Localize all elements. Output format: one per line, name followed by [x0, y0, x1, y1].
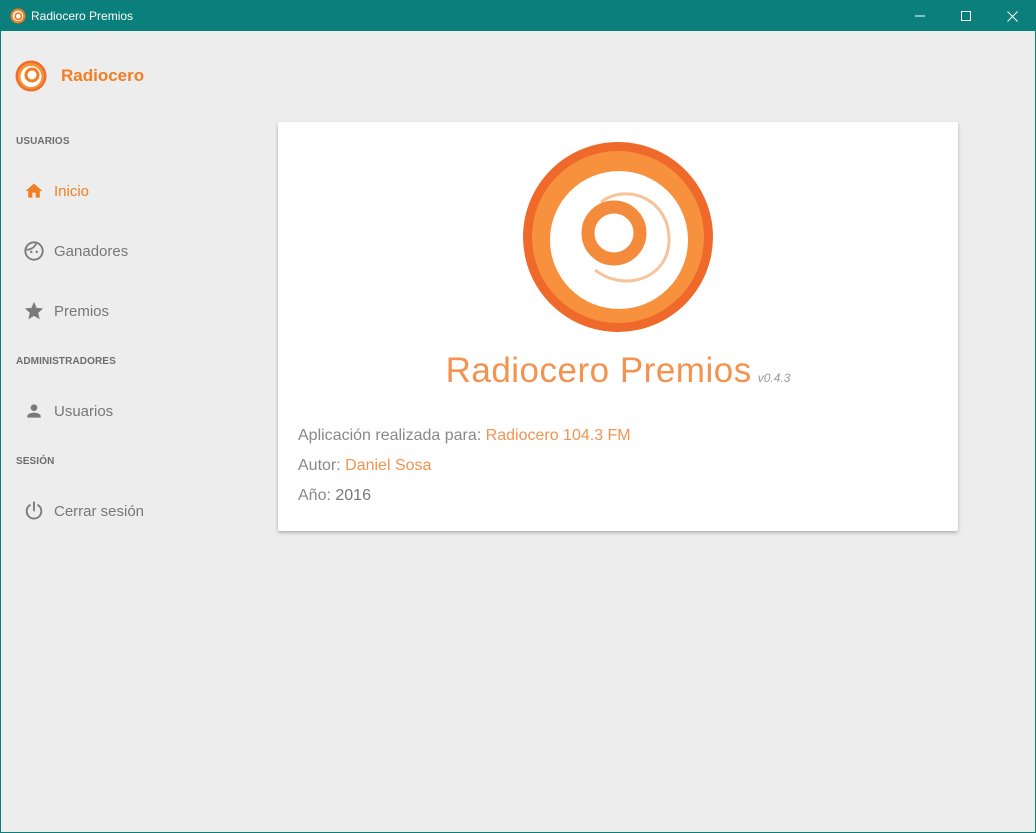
sidebar: Radiocero USUARIOS Inicio Ganadores Prem… — [1, 31, 261, 832]
title-bar[interactable]: Radiocero Premios — [1, 1, 1035, 31]
author-value[interactable]: Daniel Sosa — [345, 457, 431, 474]
year-line: Año: 2016 — [298, 487, 371, 505]
app-logo-icon — [10, 8, 26, 24]
home-icon — [23, 180, 45, 202]
sidebar-item-label: Cerrar sesión — [54, 502, 145, 520]
sidebar-item-cerrar-sesion[interactable]: Cerrar sesión — [1, 489, 261, 533]
sidebar-item-label: Usuarios — [54, 402, 114, 420]
section-label-sesion: SESIÓN — [16, 456, 55, 467]
app-name-heading: Radiocero Premios v0.4.3 — [278, 351, 958, 391]
app-window: Radiocero Premios Radiocero USUARIOS Ini… — [0, 0, 1036, 833]
sidebar-item-label: Premios — [54, 302, 110, 320]
author-label: Autor: — [298, 457, 341, 474]
radiocero-logo-icon — [15, 60, 47, 92]
sidebar-item-usuarios[interactable]: Usuarios — [1, 389, 261, 433]
star-icon — [23, 300, 45, 322]
sidebar-item-ganadores[interactable]: Ganadores — [1, 229, 261, 273]
sidebar-item-label: Inicio — [54, 182, 90, 200]
year-label: Año: — [298, 487, 331, 504]
section-label-usuarios: USUARIOS — [16, 136, 70, 147]
minimize-button[interactable] — [897, 1, 943, 31]
close-button[interactable] — [989, 1, 1035, 31]
close-icon — [1006, 10, 1018, 22]
app-name: Radiocero Premios — [445, 351, 752, 390]
made-for-label: Aplicación realizada para: — [298, 427, 482, 444]
maximize-icon — [961, 11, 971, 21]
about-card: Radiocero Premios v0.4.3 Aplicación reali… — [278, 122, 958, 531]
sidebar-item-premios[interactable]: Premios — [1, 289, 261, 333]
sidebar-item-label: Ganadores — [54, 242, 129, 260]
author-line: Autor: Daniel Sosa — [298, 457, 431, 475]
made-for-line: Aplicación realizada para: Radiocero 104… — [298, 427, 631, 445]
power-icon — [23, 500, 45, 522]
sidebar-brand[interactable]: Radiocero — [15, 60, 144, 92]
brand-name: Radiocero — [61, 66, 145, 85]
window-title: Radiocero Premios — [31, 9, 134, 23]
section-label-administradores: ADMINISTRADORES — [16, 356, 116, 367]
made-for-value[interactable]: Radiocero 104.3 FM — [486, 427, 631, 444]
year-value: 2016 — [335, 487, 371, 504]
sidebar-item-inicio[interactable]: Inicio — [1, 169, 261, 213]
maximize-button[interactable] — [943, 1, 989, 31]
person-icon — [23, 400, 45, 422]
version-label: v0.4.3 — [757, 371, 791, 385]
minimize-icon — [915, 15, 925, 17]
face-icon — [23, 240, 45, 262]
radiocero-large-logo-icon — [523, 142, 713, 332]
